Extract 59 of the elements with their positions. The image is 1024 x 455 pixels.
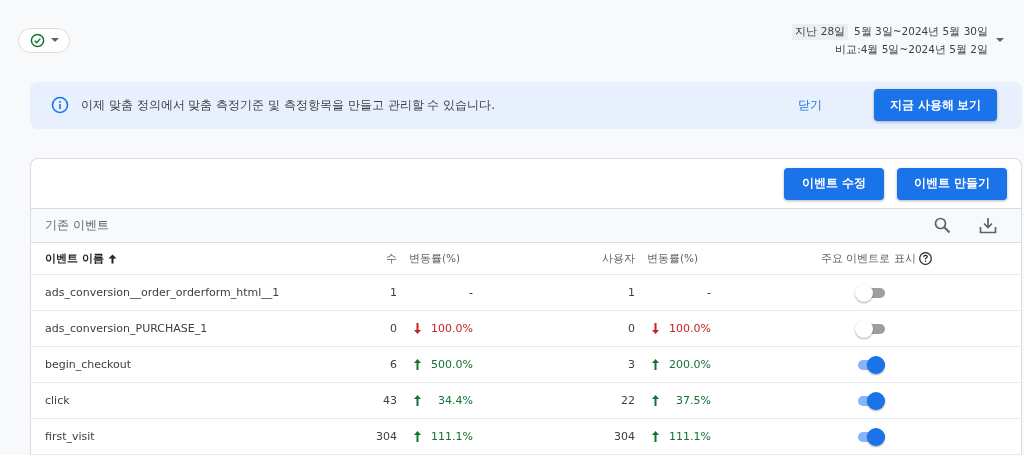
- help-icon[interactable]: [918, 252, 932, 265]
- count-value: 0: [389, 322, 397, 335]
- change-value: -: [707, 286, 711, 299]
- date-range: 5월 3일~2024년 5월 30일: [854, 25, 988, 39]
- dismiss-link[interactable]: 닫기: [798, 96, 823, 114]
- info-icon: [51, 96, 69, 115]
- key-event-toggle[interactable]: [855, 283, 885, 302]
- users-value: 1: [627, 286, 635, 299]
- count-value: 6: [389, 358, 397, 371]
- caret-icon: [50, 38, 59, 43]
- column-header[interactable]: 수: [360, 251, 397, 266]
- column-header[interactable]: 이벤트 이름: [45, 251, 360, 266]
- check-circle-icon: [29, 33, 45, 48]
- change-value: 111.1%: [669, 430, 711, 443]
- compare-range: 비교:4월 5일~2024년 5월 2일: [835, 43, 988, 57]
- up-arrow-icon: [413, 430, 422, 443]
- action-button[interactable]: 이벤트 수정: [784, 167, 884, 200]
- event-name: ads_conversion__order_orderform_html__1: [45, 286, 281, 299]
- count-value: 1: [389, 286, 397, 299]
- caret-icon[interactable]: [996, 38, 1004, 43]
- users-value: 304: [613, 430, 635, 443]
- change-value: -: [469, 286, 473, 299]
- change-value: 111.1%: [431, 430, 473, 443]
- users-value: 3: [627, 358, 635, 371]
- count-value: 43: [382, 394, 397, 407]
- status-filter-chip[interactable]: [18, 28, 70, 53]
- column-header[interactable]: 사용자: [473, 251, 635, 266]
- event-name: ads_conversion_PURCHASE_1: [45, 322, 209, 335]
- change-value: 100.0%: [669, 322, 711, 335]
- up-arrow-icon: [413, 358, 422, 371]
- column-header[interactable]: 주요 이벤트로 표시: [821, 251, 916, 266]
- down-arrow-icon: [413, 322, 422, 335]
- up-arrow-icon: [413, 394, 422, 407]
- change-value: 200.0%: [669, 358, 711, 371]
- date-preset: 지난 28일: [792, 24, 849, 40]
- action-button[interactable]: 이벤트 만들기: [897, 167, 1007, 200]
- section-title: 기존 이벤트: [45, 217, 110, 234]
- down-arrow-icon: [651, 322, 660, 335]
- up-arrow-icon: [651, 394, 660, 407]
- event-name: click: [45, 394, 71, 407]
- change-value: 37.5%: [676, 394, 711, 407]
- event-name: first_visit: [45, 430, 96, 443]
- search-icon[interactable]: [934, 217, 951, 234]
- change-value: 34.4%: [438, 394, 473, 407]
- users-value: 22: [620, 394, 635, 407]
- sort-up-icon: [107, 253, 117, 264]
- column-header[interactable]: 변동률(%): [397, 251, 473, 266]
- column-header[interactable]: 변동률(%): [635, 251, 711, 266]
- change-value: 100.0%: [431, 322, 473, 335]
- banner-message: 이제 맞춤 정의에서 맞춤 측정기준 및 측정항목을 만들고 관리할 수 있습니다.: [81, 96, 496, 114]
- try-now-button[interactable]: 지금 사용해 보기: [874, 89, 997, 122]
- event-name: begin_checkout: [45, 358, 133, 371]
- up-arrow-icon: [651, 358, 660, 371]
- download-icon[interactable]: [979, 217, 997, 234]
- change-value: 500.0%: [431, 358, 473, 371]
- up-arrow-icon: [651, 430, 660, 443]
- count-value: 304: [375, 430, 397, 443]
- users-value: 0: [627, 322, 635, 335]
- key-event-toggle[interactable]: [855, 319, 885, 338]
